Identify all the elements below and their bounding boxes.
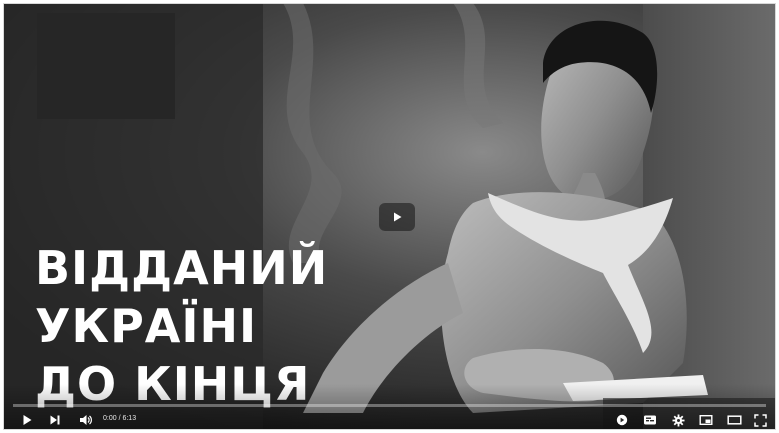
center-play-button[interactable] <box>379 203 415 231</box>
autoplay-toggle[interactable] <box>611 410 633 430</box>
subtitles-icon <box>644 415 656 425</box>
time-display: 0:00 / 6:13 <box>103 413 136 425</box>
miniplayer-button[interactable] <box>695 410 717 430</box>
theater-icon <box>726 415 742 425</box>
autoplay-icon <box>616 414 628 426</box>
dark-panel <box>37 13 175 119</box>
gear-icon <box>672 414 684 426</box>
theater-button[interactable] <box>723 410 745 430</box>
title-line-1: ВІДДАНИЙ <box>35 241 329 295</box>
play-button[interactable] <box>17 410 37 430</box>
progress-bar[interactable] <box>13 404 766 407</box>
volume-button[interactable] <box>75 410 95 430</box>
next-button[interactable] <box>45 410 65 430</box>
play-icon <box>394 212 402 222</box>
subtitles-button[interactable] <box>639 410 661 430</box>
skip-next-icon <box>50 415 60 425</box>
fullscreen-icon <box>753 413 767 427</box>
volume-icon <box>79 415 92 425</box>
time-current: 0:00 <box>103 415 117 422</box>
settings-button[interactable] <box>667 410 689 430</box>
time-duration: 6:13 <box>122 415 137 422</box>
fullscreen-button[interactable] <box>749 410 771 430</box>
miniplayer-icon <box>699 415 713 426</box>
video-player[interactable]: ВІДДАНИЙ УКРАЇНІ ДО КІНЦЯ 0:00 / 6:13 <box>3 3 776 430</box>
title-line-2: УКРАЇНІ <box>35 299 258 353</box>
play-icon <box>23 415 32 425</box>
